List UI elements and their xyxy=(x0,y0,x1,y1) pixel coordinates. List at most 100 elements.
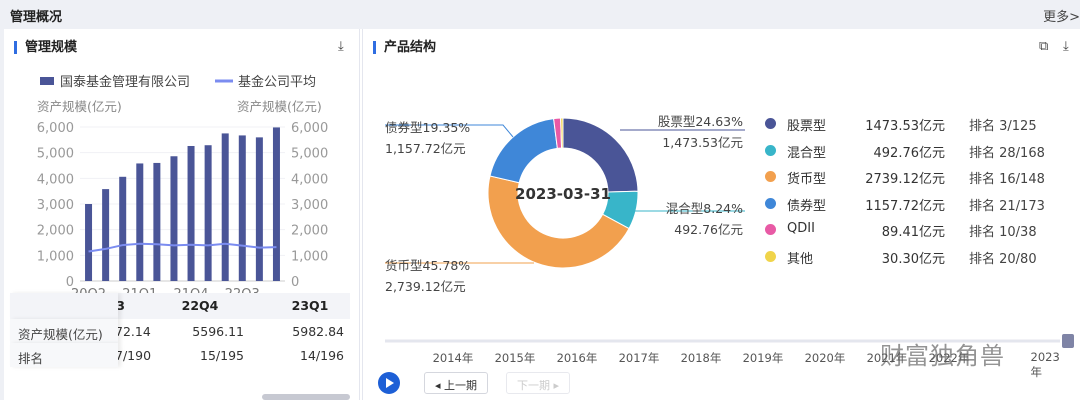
download-icon[interactable]: ⤓ xyxy=(1063,39,1069,54)
y-tick-label: 4,000 xyxy=(37,172,74,187)
legend-name: QDII xyxy=(787,221,815,236)
legend-item[interactable]: QDII 89.41亿元 排名 10/38 xyxy=(765,220,1075,240)
col-header: 22Q4 xyxy=(181,298,219,313)
y-tick-label: 3,000 xyxy=(37,198,74,213)
legend-value: 30.30亿元 xyxy=(881,251,945,267)
legend-value: 1157.72亿元 xyxy=(865,198,945,214)
slice-amount: 1,473.53亿元 xyxy=(662,135,743,150)
slice-股票型 xyxy=(562,117,639,193)
table-cell: 14/196 xyxy=(300,348,344,363)
legend-rank: 排名 21/173 xyxy=(969,198,1045,214)
legend-rank: 排名 16/148 xyxy=(969,172,1045,187)
structure-donut: 2023-03-31 股票型24.63% 1,473.53亿元混合型8.24% 492… xyxy=(385,114,745,294)
bar-21Q4 xyxy=(187,145,195,281)
more-link[interactable]: 更多> xyxy=(1043,6,1080,25)
slice-label: 债券型19.35% xyxy=(385,120,470,135)
table-cell: 7/190 xyxy=(115,348,152,363)
y-tick-label: 1,000 xyxy=(37,249,74,264)
timeline-year[interactable]: 2023年 xyxy=(1031,350,1064,380)
download-icon[interactable]: ⤓ xyxy=(338,39,344,54)
slice-label: 货币型45.78% xyxy=(385,258,470,273)
col-header: 23Q1 xyxy=(291,298,329,313)
table-cell: 72.14 xyxy=(115,324,151,339)
legend-dot-icon xyxy=(765,171,776,182)
legend-dot-icon xyxy=(765,224,776,235)
timeline-year[interactable]: 2018年 xyxy=(681,350,722,366)
table-scrollbar[interactable] xyxy=(262,394,350,400)
legend-value: 89.41亿元 xyxy=(881,225,945,240)
legend-name: 混合型 xyxy=(787,145,827,161)
slice-amount: 492.76亿元 xyxy=(674,222,743,237)
slice-其他 xyxy=(560,117,564,149)
slice-label: 混合型8.24% xyxy=(666,201,743,216)
timeline-year[interactable]: 2015年 xyxy=(495,350,536,366)
legend-rank: 排名 10/38 xyxy=(969,225,1037,240)
scale-chart: 国泰基金管理有限公司 基金公司平均资产规模(亿元) 资产规模(亿元)0 01,000 1… xyxy=(37,74,328,302)
legend-label: 基金公司平均 xyxy=(238,74,316,90)
legend-name: 货币型 xyxy=(787,172,827,187)
legend-rank: 排名 20/80 xyxy=(969,251,1037,267)
timeline-handle[interactable] xyxy=(1062,334,1074,348)
bar-21Q1 xyxy=(136,163,144,281)
timeline-year[interactable]: 2019年 xyxy=(743,350,784,366)
y-tick-label-right: 4,000 xyxy=(291,172,328,187)
y-tick-label: 2,000 xyxy=(37,224,74,239)
legend-value: 492.76亿元 xyxy=(873,145,946,161)
table-row: 72.14 5596.11 5982.84 资产规模(亿元) xyxy=(10,319,350,343)
bar-22Q3 xyxy=(238,135,246,281)
slice-label: 股票型24.63% xyxy=(658,114,743,129)
y-tick-label: 5,000 xyxy=(37,147,74,162)
timeline-year[interactable]: 2020年 xyxy=(805,350,846,366)
y-tick-label-right: 6,000 xyxy=(291,121,328,136)
bar-21Q2 xyxy=(153,162,161,281)
row-label: 排名 xyxy=(10,343,118,367)
row-label: 资产规模(亿元) xyxy=(10,319,118,343)
bar-21Q3 xyxy=(170,156,178,281)
slice-amount: 1,157.72亿元 xyxy=(385,141,466,156)
y-tick-label-right: 5,000 xyxy=(291,147,328,162)
legend-name: 其他 xyxy=(787,251,814,267)
play-button[interactable] xyxy=(378,372,400,394)
section-header: 管理概况 更多> xyxy=(0,0,1080,29)
bar-22Q2 xyxy=(221,133,229,281)
y-tick-label-right: 3,000 xyxy=(291,198,328,213)
legend-rank: 排名 3/125 xyxy=(969,119,1037,134)
bar-20Q3 xyxy=(102,189,110,281)
legend-dot-icon xyxy=(765,118,776,129)
bar-22Q1 xyxy=(204,145,212,281)
y-tick-label: 6,000 xyxy=(37,121,74,136)
table-cell: 5596.11 xyxy=(192,324,244,339)
average-line xyxy=(88,242,277,253)
legend-item[interactable]: 债券型 1157.72亿元 排名 21/173 xyxy=(765,194,1075,214)
scale-table: Q3 22Q4 23Q1 72.14 5596.11 5982.84 资产规模(… xyxy=(10,293,350,367)
legend-label: 国泰基金管理有限公司 xyxy=(60,74,190,90)
legend-bar-swatch xyxy=(40,77,54,85)
bar-20Q2 xyxy=(85,204,93,281)
panel-title: 产品结构 xyxy=(373,41,436,54)
next-period-button[interactable]: 下一期 ▸ xyxy=(506,372,571,394)
y-tick-label-right: 0 xyxy=(291,275,299,290)
timeline-year[interactable]: 2014年 xyxy=(433,350,474,366)
watermark: 财富独角兽 xyxy=(880,342,1005,370)
timeline-year[interactable]: 2017年 xyxy=(619,350,660,366)
y-tick-label-right: 1,000 xyxy=(291,249,328,264)
bar-20Q4 xyxy=(119,176,127,281)
panel-title: 管理规模 xyxy=(14,41,77,54)
legend-name: 股票型 xyxy=(787,119,827,134)
slice-amount: 2,739.12亿元 xyxy=(385,279,466,294)
section-title: 管理概况 xyxy=(10,10,63,25)
legend-item[interactable]: 股票型 1473.53亿元 排名 3/125 xyxy=(765,114,1075,134)
table-cell: 15/195 xyxy=(200,348,244,363)
legend-item[interactable]: 货币型 2739.12亿元 排名 16/148 xyxy=(765,167,1075,187)
table-row: 7/190 15/195 14/196 排名 xyxy=(10,343,350,367)
legend-item[interactable]: 混合型 492.76亿元 排名 28/168 xyxy=(765,141,1075,161)
bar-23Q1 xyxy=(272,127,280,281)
legend-item[interactable]: 其他 30.30亿元 排名 20/80 xyxy=(765,247,1075,267)
prev-period-button[interactable]: ◂ 上一期 xyxy=(424,372,489,394)
timeline-year[interactable]: 2016年 xyxy=(557,350,598,366)
center-date-label: 2023-03-31 xyxy=(515,185,611,203)
share-icon[interactable]: ⧉ xyxy=(1039,39,1048,54)
legend-dot-icon xyxy=(765,250,776,262)
legend-name: 债券型 xyxy=(787,198,827,214)
table-cell: 5982.84 xyxy=(292,324,344,339)
